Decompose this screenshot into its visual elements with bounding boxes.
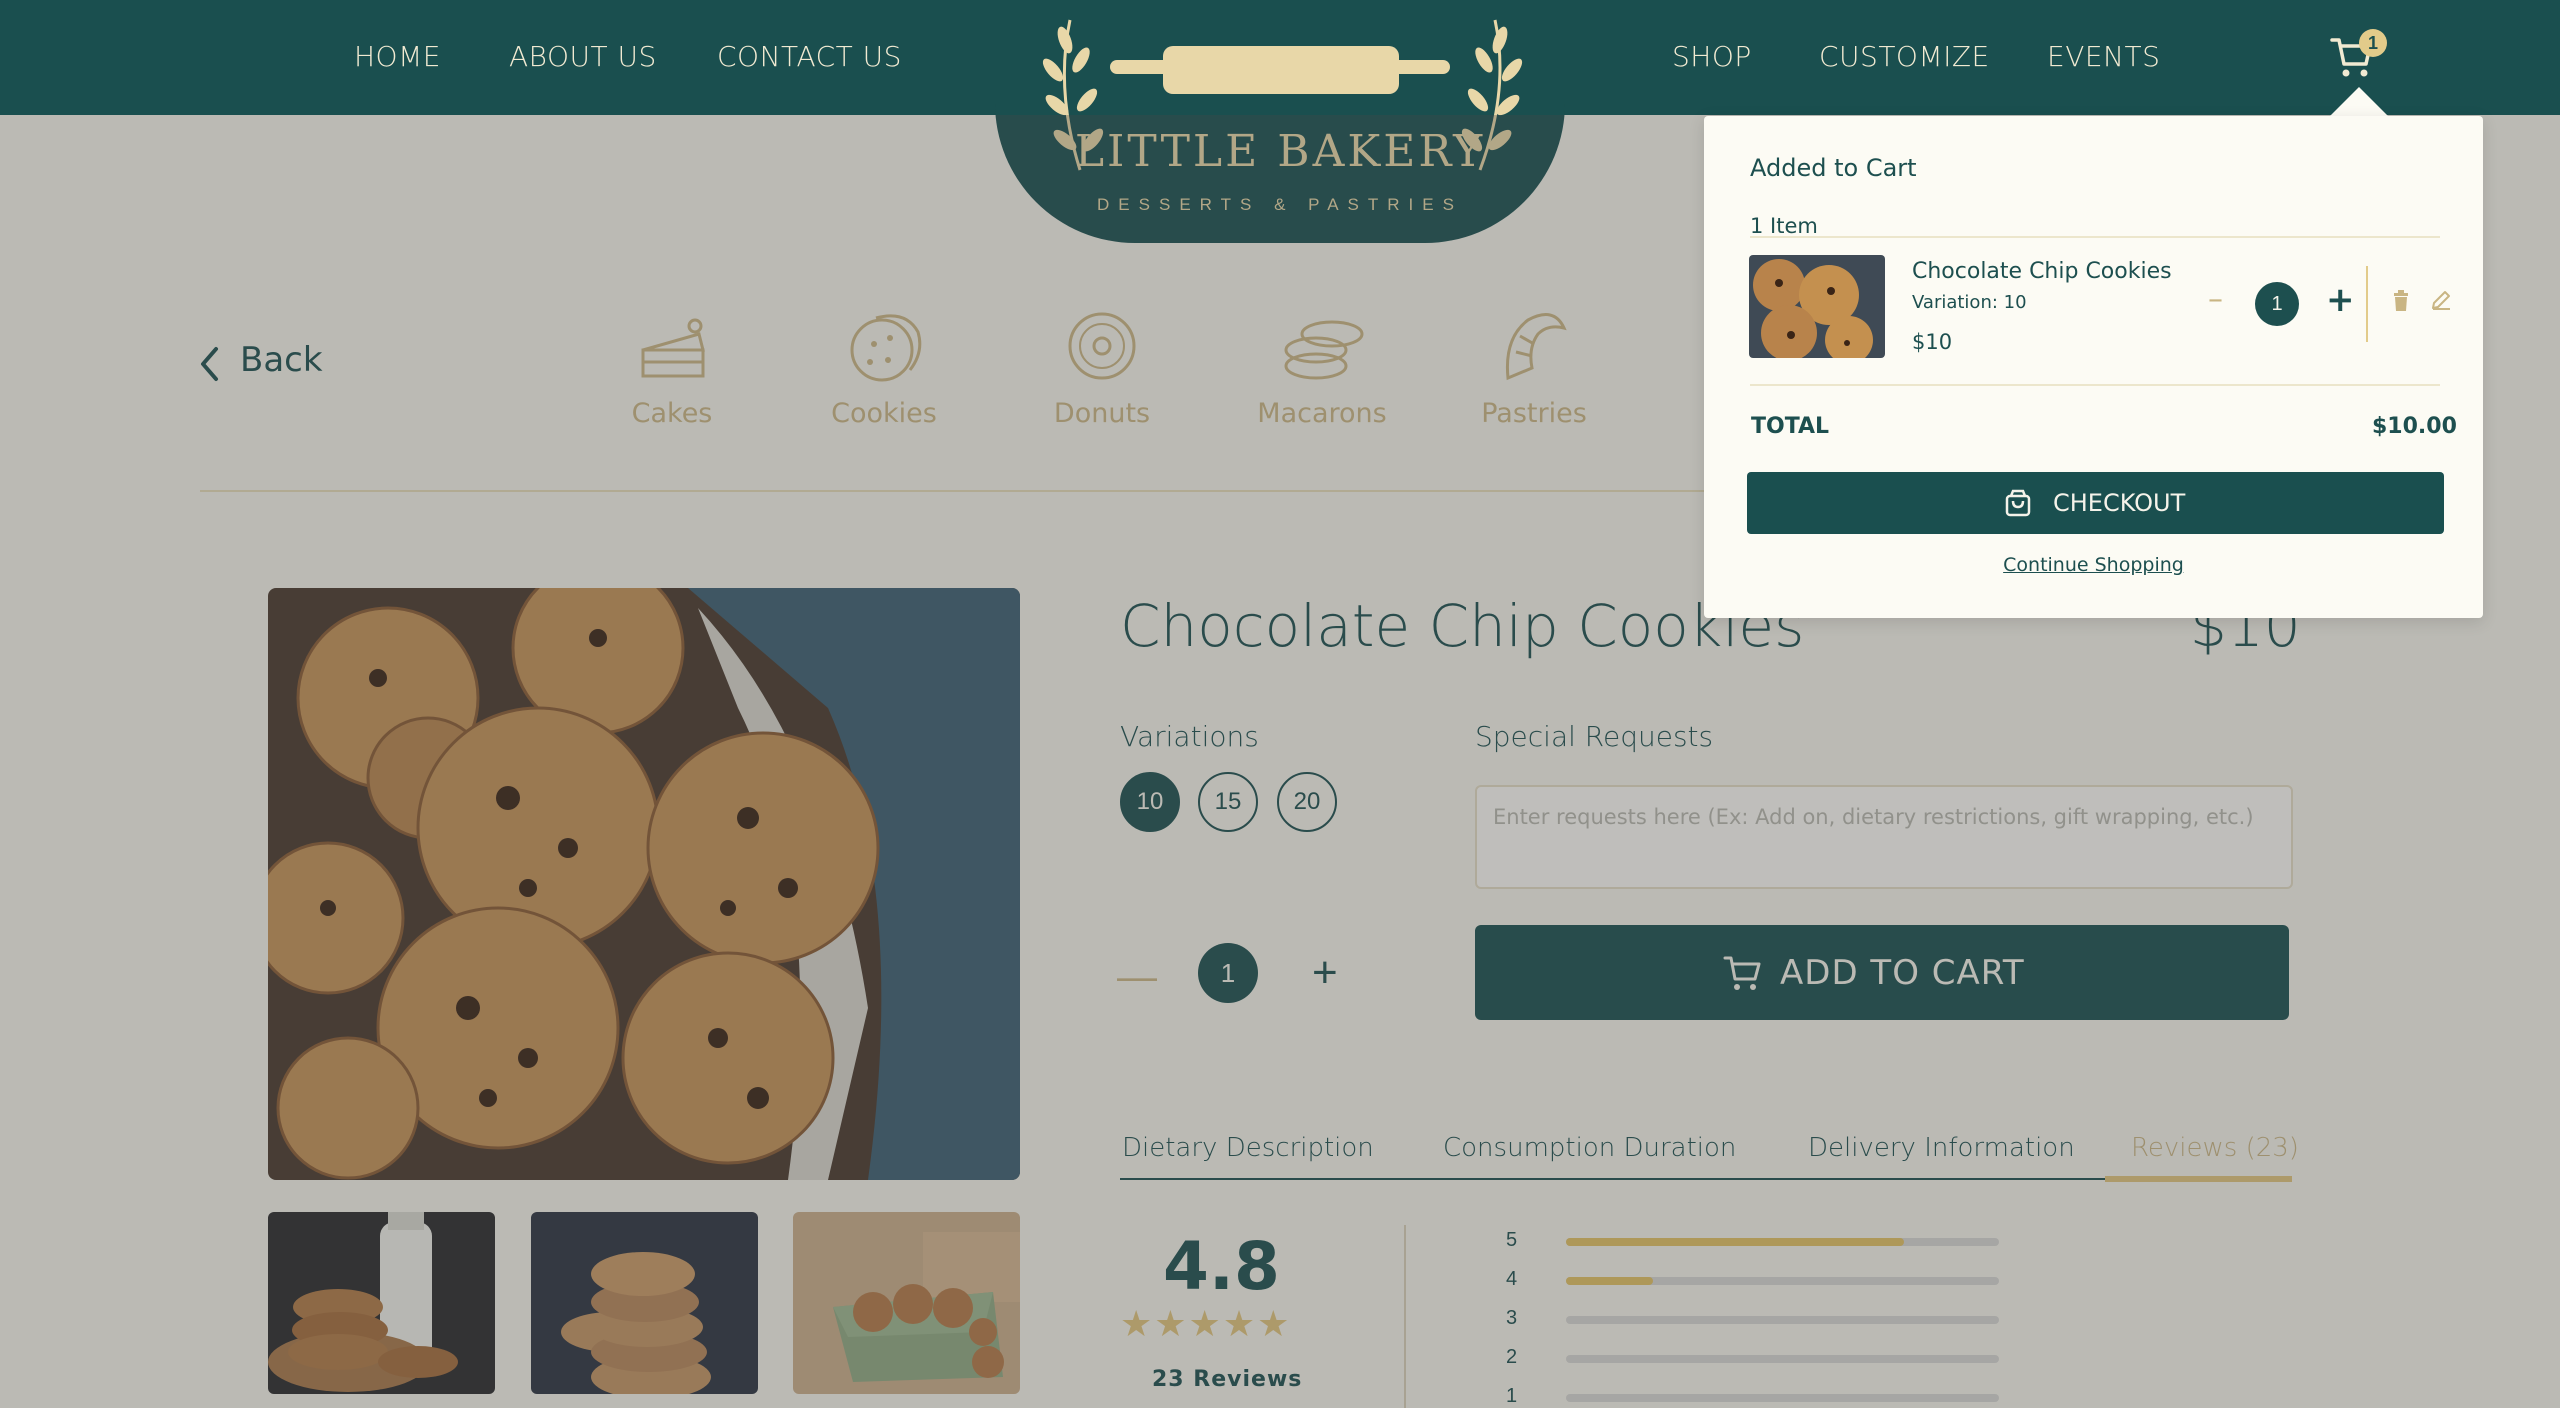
cart-popup: Added to Cart 1 Item Chocolate Chip Cook… (1704, 116, 2483, 618)
cart-item-name: Chocolate Chip Cookies (1912, 259, 2172, 284)
cart-item-decrease-button[interactable]: – (2208, 282, 2223, 317)
cart-popup-title: Added to Cart (1750, 154, 1917, 182)
cart-item-quantity[interactable]: 1 (2255, 282, 2299, 326)
nav-events-link[interactable]: EVENTS (2047, 40, 2160, 73)
item-actions-divider (2366, 266, 2368, 342)
nav-shop-link[interactable]: SHOP (1672, 40, 1752, 73)
cookie-thumbnail-photo (1749, 255, 1885, 358)
trash-icon[interactable] (2392, 290, 2410, 312)
cart-item-increase-button[interactable]: + (2326, 280, 2355, 320)
popup-pointer (2329, 87, 2389, 117)
shopping-bag-icon (2005, 489, 2031, 517)
cart-item-count: 1 Item (1750, 214, 1818, 238)
cart-total-value: $10.00 (2372, 414, 2457, 439)
cart-item-variation: Variation: 10 (1912, 292, 2027, 313)
cart-total-label: TOTAL (1751, 414, 1830, 439)
cart-item-thumbnail (1749, 255, 1885, 358)
popup-divider (1750, 384, 2440, 386)
checkout-label: CHECKOUT (2053, 489, 2186, 517)
nav-about-link[interactable]: ABOUT US (509, 40, 657, 73)
cart-count-badge: 1 (2359, 29, 2387, 57)
nav-contact-link[interactable]: CONTACT US (717, 40, 902, 73)
checkout-button[interactable]: CHECKOUT (1747, 472, 2444, 534)
continue-shopping-link[interactable]: Continue Shopping (1704, 554, 2483, 576)
nav-home-link[interactable]: HOME (354, 40, 441, 73)
popup-divider (1750, 236, 2440, 238)
nav-customize-link[interactable]: CUSTOMIZE (1819, 40, 1990, 73)
edit-icon[interactable] (2430, 289, 2452, 311)
cart-item-price: $10 (1912, 330, 1953, 354)
